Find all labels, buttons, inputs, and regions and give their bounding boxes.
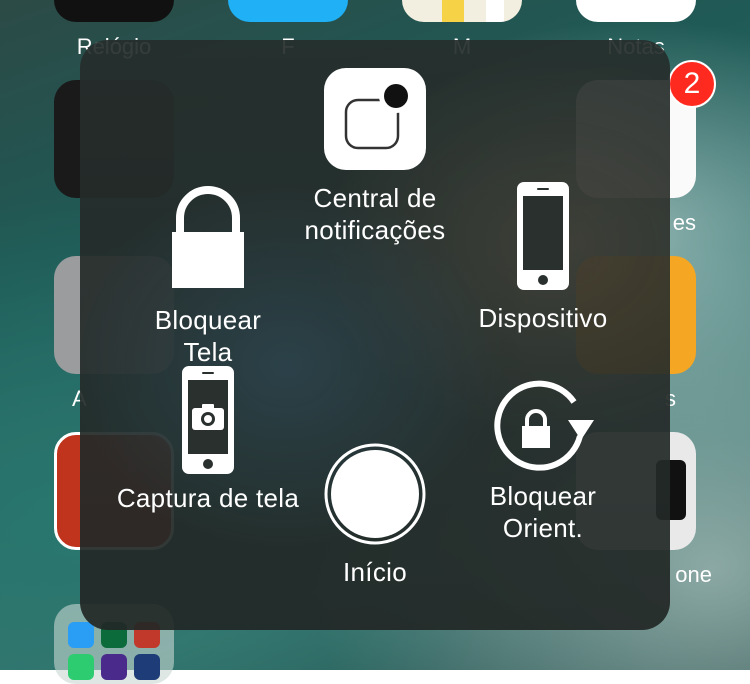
notification-center-icon (324, 68, 426, 170)
assistive-touch-menu: Central de notificações Bloquear Tela Di… (80, 40, 670, 630)
app-icon-blue[interactable] (228, 0, 348, 22)
clock-app-icon[interactable]: 6 (54, 0, 174, 22)
home-button[interactable]: Início (305, 442, 445, 588)
iphone-icon (515, 180, 571, 292)
device-button[interactable]: Dispositivo (460, 180, 626, 334)
rotation-lock-icon (488, 374, 598, 474)
home-label: Início (343, 557, 407, 587)
notification-center-label: Central de notificações (304, 183, 446, 245)
maps-app-icon[interactable] (402, 0, 522, 22)
notes-app-icon[interactable] (576, 0, 696, 22)
home-button-icon (323, 442, 427, 546)
camera-phone-icon (180, 364, 236, 476)
notification-badge: 2 (668, 60, 716, 108)
lock-screen-label: Bloquear Tela (154, 305, 262, 367)
device-label: Dispositivo (478, 303, 608, 333)
lock-rotation-button[interactable]: Bloquear Orient. (466, 374, 620, 544)
padlock-icon (170, 186, 246, 290)
screenshot-label: Captura de tela (116, 483, 300, 513)
lock-rotation-label: Bloquear Orient. (489, 481, 597, 543)
screenshot-button[interactable]: Captura de tela (108, 364, 308, 514)
lock-screen-button[interactable]: Bloquear Tela (128, 186, 288, 368)
notification-center-button[interactable]: Central de notificações (275, 68, 475, 246)
